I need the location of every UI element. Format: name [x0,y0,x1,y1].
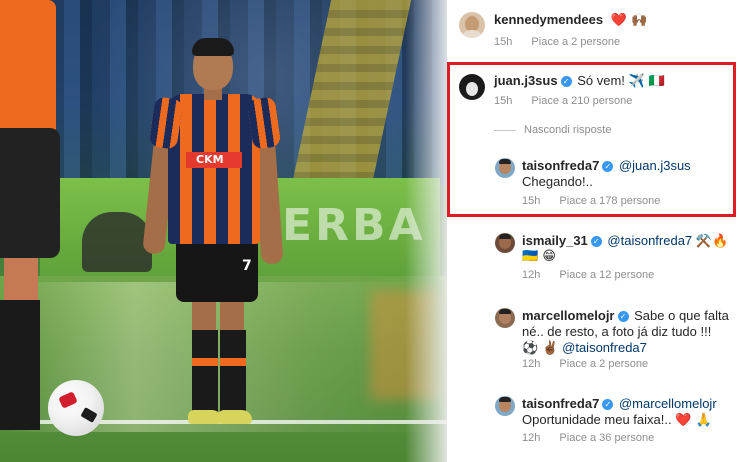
reply-likes[interactable]: Piace a 2 persone [559,358,648,370]
verified-badge-icon: ✓ [602,399,614,410]
avatar[interactable] [459,12,485,38]
reply-likes[interactable]: Piace a 12 persone [559,269,654,281]
verified-badge-icon: ✓ [590,236,602,247]
reply-username[interactable]: ismaily_31 [522,233,588,248]
comment-likes[interactable]: Piace a 2 persone [531,36,620,48]
player-sock-left [192,330,218,414]
player-sock-right [220,330,246,414]
reply-text: taisonfreda7 ✓ @marcellomelojr [522,395,717,412]
player-shorts-number: 7 [242,258,252,274]
comment-username[interactable]: kennedymendees [494,12,603,27]
shirt-sponsor-text: CKM [196,153,224,166]
avatar[interactable] [495,396,515,416]
player-sleeve-right [246,96,282,150]
post-photo[interactable]: ERBA 7 CKM [0,0,447,462]
reply-item: marcellomelojr ✓ Sabe o que falta né.. de… [447,305,738,375]
reply-body: Oportunidade meu faixa!.. [522,412,672,427]
football-player: 7 CKM [138,38,288,433]
reply-mention[interactable]: @taisonfreda7 [607,233,692,248]
foreground-player-left [0,0,60,462]
foreground-player-sock [0,300,40,430]
reply-likes[interactable]: Piace a 36 persone [559,432,654,444]
reply-emoji: ❤️ 🙏 [675,413,712,428]
comment-text: kennedymendees ❤️ 🙌🏾 [494,11,647,29]
highlight-box [447,62,736,217]
player-boot-right [218,410,252,424]
reply-body-line2: Oportunidade meu faixa!.. ❤️ 🙏 [522,411,712,429]
comment-meta: 15h Piace a 2 persone [494,35,620,49]
advertising-board-text: ERBA [282,200,426,251]
reply-meta: 12h Piace a 2 persone [522,357,648,371]
reply-item: ismaily_31 ✓ @taisonfreda7 ⚒️🔥 🇺🇦 😁 12h P… [447,230,738,286]
avatar[interactable] [495,308,515,328]
reply-body-line2: né.. de resto, a foto já diz tudo !!! [522,324,712,339]
reply-text: marcellomelojr ✓ Sabe o que falta [522,307,729,324]
player-boot-left [188,410,222,424]
avatar-body [461,30,483,38]
reply-mention[interactable]: @marcellomelojr [619,396,717,411]
avatar-hair [499,234,511,239]
foreground-player-shirt [0,0,56,130]
reply-time: 12h [522,358,541,370]
reply-time: 12h [522,269,541,281]
reply-meta: 12h Piace a 36 persone [522,431,654,445]
verified-badge-icon: ✓ [617,311,629,322]
reply-time: 12h [522,432,541,444]
player-shirt [168,94,260,244]
reply-username[interactable]: taisonfreda7 [522,396,599,411]
reply-emoji: ⚽️ ✌🏾 [522,341,559,356]
comment-emoji: ❤️ 🙌🏾 [610,13,648,28]
player-hair [192,38,234,56]
shirt-sponsor: CKM [186,152,242,168]
comment-item: kennedymendees ❤️ 🙌🏾 15h Piace a 2 perso… [447,8,738,56]
reply-emoji-line: 🇺🇦 😁 [522,249,556,264]
football [48,380,104,436]
reply-emoji: ⚒️🔥 [695,234,729,249]
avatar-hair [499,309,511,314]
foreground-player-shorts [0,128,60,258]
reply-body-line3: ⚽️ ✌🏾 @taisonfreda7 [522,339,647,357]
reply-body: Sabe o que falta [634,308,729,323]
reply-meta: 12h Piace a 12 persone [522,268,654,282]
reply-item: taisonfreda7 ✓ @marcellomelojr Oportunida… [447,393,738,449]
comment-time: 15h [494,36,513,48]
foreground-blur-right [405,0,447,462]
reply-mention[interactable]: @taisonfreda7 [562,340,647,355]
avatar-hair [499,397,511,402]
reply-username[interactable]: marcellomelojr [522,308,615,323]
avatar[interactable] [495,233,515,253]
